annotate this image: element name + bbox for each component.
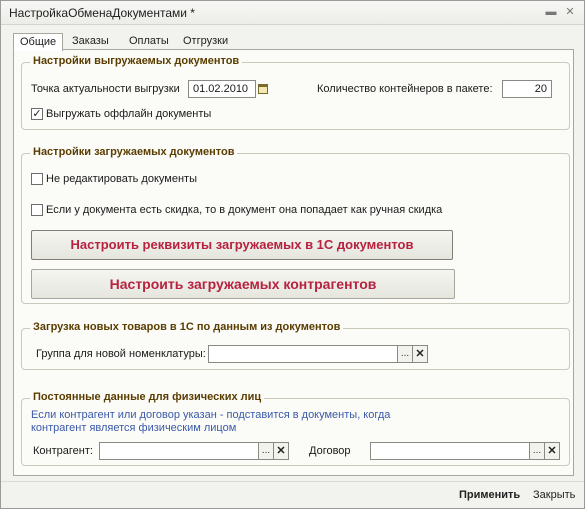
containers-label: Количество контейнеров в пакете: [317,83,493,95]
import-settings-title: Настройки загружаемых документов [30,146,238,158]
offline-checkbox[interactable]: ✓ [31,108,43,120]
export-settings-title: Настройки выгружаемых документов [30,55,243,67]
new-goods-title: Загрузка новых товаров в 1С по данным из… [30,321,344,333]
contract-field[interactable] [370,442,530,460]
import-settings-group: Настройки загружаемых документов Не реда… [21,146,570,304]
window-title: НастройкаОбменаДокументами * [9,6,195,20]
no-edit-checkbox[interactable] [31,173,43,185]
tab-orders[interactable]: Заказы [66,33,115,50]
counterparty-clear-icon[interactable]: ✕ [274,442,289,460]
minimize-icon[interactable]: ▬ [543,5,559,21]
close-icon[interactable]: ✕ [562,5,578,21]
apply-button[interactable]: Применить [459,489,520,501]
group-select-button[interactable]: ... [398,345,413,363]
tab-panel-general: Настройки выгружаемых документов Точка а… [13,49,574,476]
offline-label: Выгружать оффлайн документы [46,108,212,120]
contract-label: Договор [309,445,351,457]
tab-shipments[interactable]: Отгрузки [177,33,234,50]
group-field[interactable] [208,345,398,363]
individuals-group: Постоянные данные для физических лиц Есл… [21,391,570,466]
counterparty-field[interactable] [99,442,259,460]
export-settings-group: Настройки выгружаемых документов Точка а… [21,55,570,130]
counterparty-label: Контрагент: [33,445,93,457]
group-label: Группа для новой номенклатуры: [36,348,206,360]
contract-select-button[interactable]: ... [530,442,545,460]
discount-checkbox[interactable] [31,204,43,216]
individuals-title: Постоянные данные для физических лиц [30,391,265,403]
title-bar: НастройкаОбменаДокументами * ▬ ✕ [1,1,584,25]
tab-payments[interactable]: Оплаты [123,33,175,50]
export-date-label: Точка актуальности выгрузки [31,83,180,95]
group-clear-icon[interactable]: ✕ [413,345,428,363]
no-edit-label: Не редактировать документы [46,173,197,185]
calendar-icon[interactable] [256,81,270,97]
configure-counterparties-button[interactable]: Настроить загружаемых контрагентов [31,269,455,299]
individuals-hint: Если контрагент или договор указан - под… [31,409,391,434]
counterparty-select-button[interactable]: ... [259,442,274,460]
discount-label: Если у документа есть скидка, то в докум… [46,204,443,216]
tab-general[interactable]: Общие [13,33,64,51]
configure-requisites-button[interactable]: Настроить реквизиты загружаемых в 1С док… [31,230,453,260]
containers-count-field[interactable]: 20 [502,80,552,98]
new-goods-group: Загрузка новых товаров в 1С по данным из… [21,321,570,370]
close-button[interactable]: Закрыть [533,489,575,501]
settings-window: НастройкаОбменаДокументами * ▬ ✕ Общие З… [0,0,585,509]
export-date-field[interactable]: 01.02.2010 [188,80,256,98]
footer-bar: Применить Закрыть [1,481,584,508]
contract-clear-icon[interactable]: ✕ [545,442,560,460]
